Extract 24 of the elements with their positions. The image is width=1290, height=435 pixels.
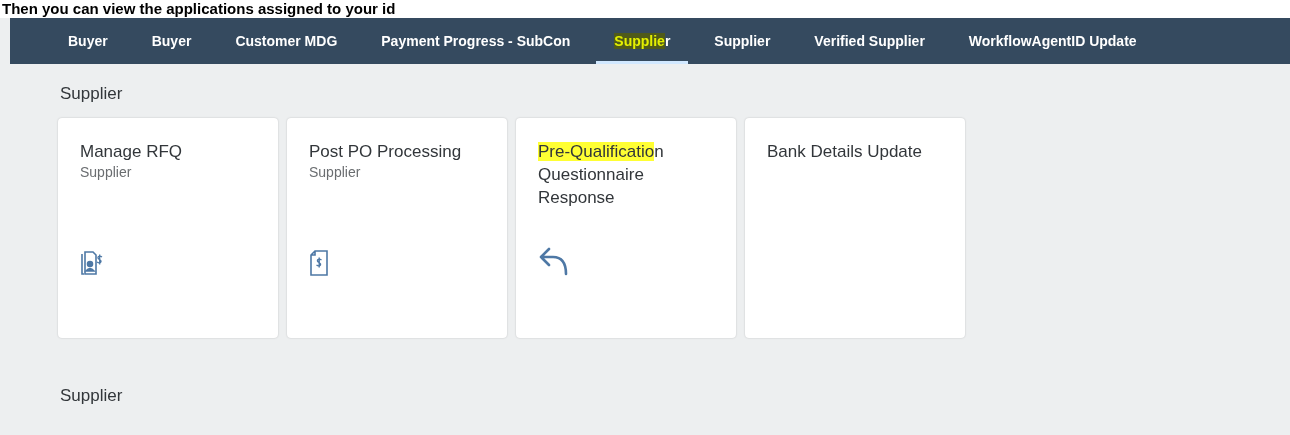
nav-tab[interactable]: Buyer <box>133 18 210 64</box>
reply-arrow-icon <box>538 246 568 276</box>
app-tile[interactable]: Pre-Qualification Questionnaire Response <box>516 118 736 338</box>
tile-subtitle: Supplier <box>309 163 362 181</box>
section-title: Supplier <box>60 386 124 406</box>
app-tile[interactable]: Manage RFQ Supplier <box>58 118 278 338</box>
tile-title: Manage RFQ <box>80 141 184 163</box>
nav-tab[interactable]: Supplier <box>696 18 789 64</box>
nav-tab[interactable]: WorkflowAgentID Update <box>950 18 1155 64</box>
tile-subtitle: Supplier <box>80 163 133 181</box>
document-dollar-icon <box>309 250 329 276</box>
app-tile[interactable]: Post PO Processing Supplier <box>287 118 507 338</box>
app-tile[interactable]: Bank Details Update <box>745 118 965 338</box>
tile-title: Post PO Processing <box>309 141 463 163</box>
tile-title: Bank Details Update <box>767 141 923 163</box>
nav-tab[interactable]: Supplier <box>596 18 689 64</box>
caption-text: Then you can view the applications assigned to your id <box>0 0 1290 18</box>
nav-tab[interactable]: Payment Progress - SubCon <box>363 18 589 64</box>
nav-tab[interactable]: Customer MDG <box>217 18 356 64</box>
nav-tab[interactable]: Verified Supplier <box>796 18 943 64</box>
document-person-dollar-icon <box>80 250 104 276</box>
tile-title: Pre-Qualification Questionnaire Response <box>538 141 665 209</box>
section-title: Supplier <box>60 84 124 104</box>
nav-tab[interactable]: Buyer <box>50 18 126 64</box>
